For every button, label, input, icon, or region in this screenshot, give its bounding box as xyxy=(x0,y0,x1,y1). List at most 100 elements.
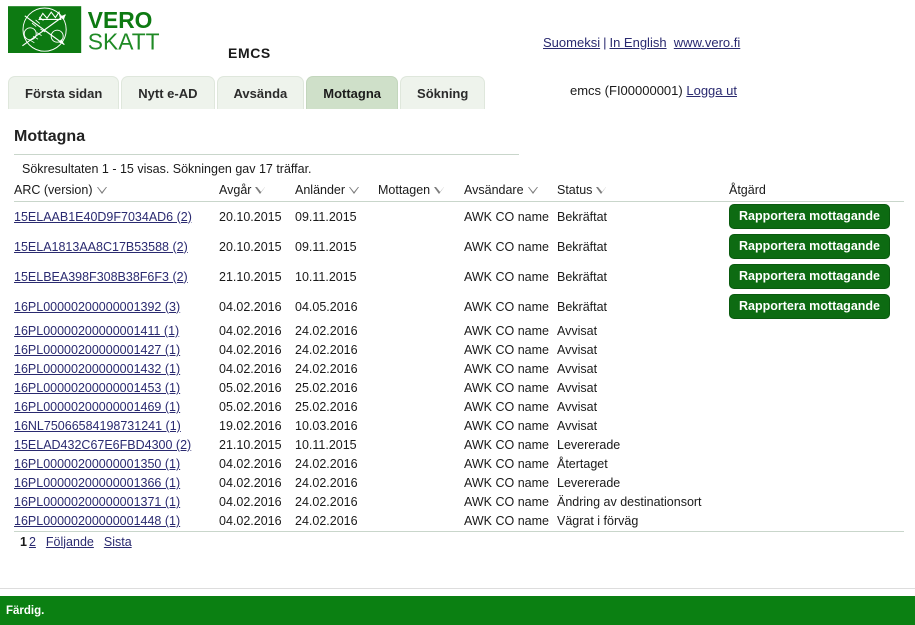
cell-arc: 16PL00000200000001366 (1) xyxy=(14,474,219,493)
cell-arc: 16PL00000200000001411 (1) xyxy=(14,322,219,341)
cell-arrives: 09.11.2015 xyxy=(295,239,357,254)
pagination-page-2[interactable]: 2 xyxy=(29,535,36,549)
cell-sender: AWK CO name xyxy=(464,239,549,254)
search-result-summary: Sökresultaten 1 - 15 visas. Sökningen ga… xyxy=(22,162,312,176)
arc-link[interactable]: 15ELBEA398F308B38F6F3 (2) xyxy=(14,270,188,284)
results-header-row: ARC (version) Avgår Anländer Mottagen Av… xyxy=(14,180,904,202)
pagination-last[interactable]: Sista xyxy=(104,535,132,549)
cell-received xyxy=(378,493,464,512)
cell-received xyxy=(378,360,464,379)
column-header-received[interactable]: Mottagen xyxy=(378,180,464,202)
cell-status: Bekräftat xyxy=(557,269,608,284)
report-receipt-button[interactable]: Rapportera mottagande xyxy=(729,294,890,319)
table-row: 16PL00000200000001432 (1) 04.02.2016 24.02… xyxy=(14,360,904,379)
cell-arc: 16PL00000200000001371 (1) xyxy=(14,493,219,512)
cell-sender: AWK CO name xyxy=(464,457,549,471)
arc-link[interactable]: 16PL00000200000001427 (1) xyxy=(14,343,180,357)
arc-link[interactable]: 15ELAD432C67E6FBD4300 (2) xyxy=(14,438,191,452)
arc-link[interactable]: 16NL75066584198731241 (1) xyxy=(14,419,181,433)
arc-link[interactable]: 16PL00000200000001432 (1) xyxy=(14,362,180,376)
cell-departs: 04.02.2016 xyxy=(219,457,282,471)
cell-arc: 16PL00000200000001350 (1) xyxy=(14,455,219,474)
column-header-sender[interactable]: Avsändare xyxy=(464,180,557,202)
report-receipt-button[interactable]: Rapportera mottagande xyxy=(729,204,890,230)
column-header-status[interactable]: Status xyxy=(557,180,729,202)
cell-departs: 19.02.2016 xyxy=(219,419,282,433)
cell-arrives: 24.02.2016 xyxy=(295,324,358,338)
cell-action xyxy=(729,493,904,512)
cell-status: Bekräftat xyxy=(557,209,608,224)
cell-departs: 05.02.2016 xyxy=(219,381,282,395)
cell-received xyxy=(378,398,464,417)
cell-departs: 04.02.2016 xyxy=(219,362,282,376)
cell-action xyxy=(729,379,904,398)
cell-status: Avvisat xyxy=(557,419,598,433)
table-row: 16PL00000200000001392 (3) 04.02.2016 04.05… xyxy=(14,292,904,322)
arc-link[interactable]: 16PL00000200000001411 (1) xyxy=(14,324,179,338)
cell-action xyxy=(729,417,904,436)
sort-arrow-icon[interactable] xyxy=(349,187,360,194)
tab-mottagna[interactable]: Mottagna xyxy=(306,76,399,110)
column-header-received-label: Mottagen xyxy=(378,183,431,197)
arc-link[interactable]: 16PL00000200000001350 (1) xyxy=(14,457,180,471)
browser-status-bar: Färdig. xyxy=(0,596,915,625)
main-tab-bar: Första sidan Nytt e-AD Avsända Mottagna … xyxy=(8,74,487,110)
arc-link[interactable]: 15ELA1813AA8C17B53588 (2) xyxy=(14,240,188,254)
vero-website-link[interactable]: www.vero.fi xyxy=(674,35,740,50)
cell-action: Rapportera mottagande xyxy=(729,262,904,292)
emcs-page: VERO SKATT EMCS Suomeksi | In English www.… xyxy=(0,0,915,625)
pagination-next[interactable]: Följande xyxy=(46,535,94,549)
cell-status: Avvisat xyxy=(557,343,598,357)
column-header-arc[interactable]: ARC (version) xyxy=(14,180,219,202)
cell-sender: AWK CO name xyxy=(464,476,549,490)
table-row: 16PL00000200000001453 (1) 05.02.2016 25.02… xyxy=(14,379,904,398)
svg-text:SKATT: SKATT xyxy=(88,28,160,54)
arc-link[interactable]: 16PL00000200000001453 (1) xyxy=(14,381,180,395)
cell-arrives: 10.11.2015 xyxy=(295,438,357,452)
sort-arrow-icon[interactable] xyxy=(96,187,108,194)
table-row: 16PL00000200000001427 (1) 04.02.2016 24.02… xyxy=(14,341,904,360)
arc-link[interactable]: 16PL00000200000001469 (1) xyxy=(14,400,180,414)
cell-arrives: 10.03.2016 xyxy=(295,419,358,433)
tab-avsanda[interactable]: Avsända xyxy=(216,76,305,110)
cell-arc: 15ELAD432C67E6FBD4300 (2) xyxy=(14,436,219,455)
cell-status: Avvisat xyxy=(557,400,598,414)
cell-status: Bekräftat xyxy=(557,239,608,254)
sort-arrow-icon[interactable] xyxy=(596,187,607,194)
table-row: 16PL00000200000001350 (1) 04.02.2016 24.02… xyxy=(14,455,904,474)
language-link-finnish[interactable]: Suomeksi xyxy=(543,35,600,50)
sort-arrow-icon[interactable] xyxy=(255,187,266,194)
cell-arc: 16PL00000200000001453 (1) xyxy=(14,379,219,398)
cell-arc: 16PL00000200000001469 (1) xyxy=(14,398,219,417)
arc-link[interactable]: 16PL00000200000001392 (3) xyxy=(14,300,180,314)
table-row: 15ELBEA398F308B38F6F3 (2) 21.10.2015 10.11… xyxy=(14,262,904,292)
cell-sender: AWK CO name xyxy=(464,381,549,395)
cell-received xyxy=(378,292,464,322)
arc-link[interactable]: 16PL00000200000001371 (1) xyxy=(14,495,180,509)
cell-status: Levererade xyxy=(557,476,621,490)
cell-arc: 16PL00000200000001432 (1) xyxy=(14,360,219,379)
report-receipt-button[interactable]: Rapportera mottagande xyxy=(729,264,890,289)
table-row: 16PL00000200000001371 (1) 04.02.2016 24.02… xyxy=(14,493,904,512)
cell-action xyxy=(729,360,904,379)
tab-sokning[interactable]: Sökning xyxy=(400,76,486,110)
cell-departs: 21.10.2015 xyxy=(219,269,282,284)
cell-departs: 05.02.2016 xyxy=(219,400,282,414)
arc-link[interactable]: 16PL00000200000001448 (1) xyxy=(14,514,180,528)
cell-departs: 20.10.2015 xyxy=(219,209,282,224)
cell-arrives: 24.02.2016 xyxy=(295,457,358,471)
tab-forsta-sidan[interactable]: Första sidan xyxy=(8,76,120,110)
arc-link[interactable]: 15ELAAB1E40D9F7034AD6 (2) xyxy=(14,210,192,224)
column-header-arrives[interactable]: Anländer xyxy=(295,180,378,202)
cell-sender: AWK CO name xyxy=(464,495,549,509)
logout-link[interactable]: Logga ut xyxy=(686,83,737,98)
column-header-arc-label: ARC (version) xyxy=(14,183,93,197)
arc-link[interactable]: 16PL00000200000001366 (1) xyxy=(14,476,180,490)
tab-nytt-e-ad[interactable]: Nytt e-AD xyxy=(121,76,215,110)
language-link-english[interactable]: In English xyxy=(609,35,666,50)
column-header-departs[interactable]: Avgår xyxy=(219,180,295,202)
cell-status: Vägrat i förväg xyxy=(557,514,639,528)
report-receipt-button[interactable]: Rapportera mottagande xyxy=(729,234,890,259)
sort-arrow-icon[interactable] xyxy=(527,187,539,194)
sort-arrow-icon[interactable] xyxy=(434,187,445,194)
